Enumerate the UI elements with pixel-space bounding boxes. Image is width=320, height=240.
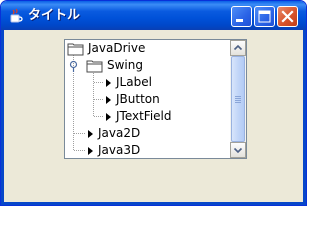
- leaf-arrow-icon: [106, 113, 111, 121]
- tree-node-jlabel[interactable]: JLabel: [65, 74, 230, 91]
- tree-node-label: Java2D: [98, 126, 141, 140]
- scroll-down-button[interactable]: [230, 142, 246, 158]
- window-title: タイトル: [28, 8, 81, 23]
- window-border-right: [303, 30, 306, 202]
- tree-node-label: JButton: [116, 92, 160, 106]
- maximize-button[interactable]: [254, 6, 275, 27]
- window-border-bottom: [1, 202, 306, 205]
- tree-node-java3d[interactable]: Java3D: [65, 142, 230, 158]
- close-button[interactable]: [277, 6, 298, 27]
- folder-icon: [67, 43, 84, 56]
- leaf-arrow-icon: [106, 79, 111, 87]
- tree-scroll-pane: JavaDrive Swing JLabel JButton JTextFiel…: [64, 39, 247, 159]
- tree-node-jbutton[interactable]: JButton: [65, 91, 230, 108]
- java-cup-icon: [10, 8, 23, 23]
- arrow-up-icon: [233, 44, 243, 51]
- expanded-handle-icon: [69, 60, 78, 72]
- vertical-scrollbar[interactable]: [230, 40, 246, 158]
- scroll-thumb[interactable]: [231, 56, 245, 142]
- tree-node-java2d[interactable]: Java2D: [65, 125, 230, 142]
- app-window: タイトル JavaDrive Swing JLabel JButton JTex…: [0, 0, 307, 206]
- tree-node-swing[interactable]: Swing: [65, 57, 230, 74]
- minimize-icon: [236, 19, 243, 22]
- tree-node-root[interactable]: JavaDrive: [65, 40, 230, 57]
- tree-node-label: Swing: [107, 58, 143, 72]
- tree-node-label: JavaDrive: [88, 41, 146, 55]
- title-bar[interactable]: タイトル: [1, 1, 306, 30]
- tree-node-label: JTextField: [116, 109, 172, 123]
- close-icon: [281, 10, 294, 23]
- grip-icon: [235, 96, 241, 103]
- minimize-button[interactable]: [231, 6, 252, 27]
- scroll-up-button[interactable]: [230, 40, 246, 56]
- folder-icon: [86, 60, 103, 73]
- tree-view[interactable]: JavaDrive Swing JLabel JButton JTextFiel…: [65, 40, 230, 158]
- content-pane: JavaDrive Swing JLabel JButton JTextFiel…: [4, 30, 303, 202]
- tree-node-label: JLabel: [116, 75, 152, 89]
- maximize-icon: [258, 10, 271, 23]
- arrow-down-icon: [233, 147, 243, 154]
- leaf-arrow-icon: [88, 147, 93, 155]
- leaf-arrow-icon: [88, 130, 93, 138]
- tree-node-jtextfield[interactable]: JTextField: [65, 108, 230, 125]
- leaf-arrow-icon: [106, 96, 111, 104]
- tree-node-label: Java3D: [98, 143, 141, 157]
